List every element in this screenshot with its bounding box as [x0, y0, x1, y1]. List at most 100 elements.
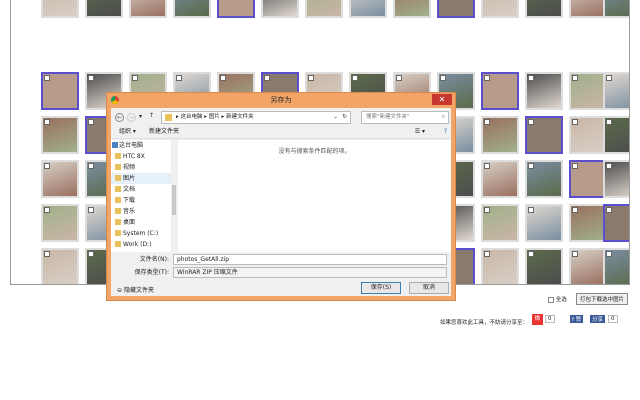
save-button[interactable]: 保存(S)	[361, 282, 401, 294]
photo-thumbnail[interactable]	[481, 116, 519, 154]
photo-checkbox[interactable]	[308, 75, 314, 81]
nav-scrollbar[interactable]	[171, 140, 177, 252]
photo-checkbox[interactable]	[88, 119, 94, 125]
photo-thumbnail[interactable]	[525, 160, 563, 198]
photo-checkbox[interactable]	[88, 251, 94, 257]
photo-thumbnail[interactable]	[41, 72, 79, 110]
photo-thumbnail[interactable]	[261, 0, 299, 18]
view-options-icon[interactable]: ☰ ▾	[415, 125, 425, 139]
photo-thumbnail[interactable]	[481, 160, 519, 198]
photo-checkbox[interactable]	[528, 207, 534, 213]
photo-thumbnail[interactable]	[437, 0, 475, 18]
facebook-like-button[interactable]: f 赞	[570, 315, 584, 323]
photo-thumbnail[interactable]	[569, 248, 607, 284]
photo-checkbox[interactable]	[606, 75, 612, 81]
photo-checkbox[interactable]	[484, 251, 490, 257]
new-folder-button[interactable]: 新建文件夹	[149, 125, 179, 139]
photo-thumbnail[interactable]	[41, 116, 79, 154]
photo-checkbox[interactable]	[572, 163, 578, 169]
search-input[interactable]: 搜索"新建文件夹" ⌕	[361, 111, 449, 124]
photo-thumbnail[interactable]	[85, 0, 123, 18]
nav-item[interactable]: 这台电脑	[111, 140, 177, 151]
filetype-select[interactable]: WinRAR ZIP 压缩文件	[173, 267, 447, 278]
refresh-icon[interactable]: ↻	[342, 112, 347, 123]
photo-checkbox[interactable]	[88, 207, 94, 213]
photo-checkbox[interactable]	[572, 119, 578, 125]
photo-thumbnail[interactable]	[129, 0, 167, 18]
weibo-share-icon[interactable]: 微	[532, 314, 543, 325]
photo-thumbnail[interactable]	[603, 248, 629, 284]
close-button[interactable]: ✕	[432, 94, 452, 105]
hide-folders-toggle[interactable]: ⊖ 隐藏文件夹	[117, 286, 154, 296]
nav-item[interactable]: 桌面	[111, 217, 177, 228]
photo-thumbnail[interactable]	[481, 204, 519, 242]
photo-checkbox[interactable]	[528, 163, 534, 169]
cancel-button[interactable]: 取消	[409, 282, 449, 294]
breadcrumb-1[interactable]: 图片	[209, 114, 220, 120]
photo-thumbnail[interactable]	[173, 0, 211, 18]
scrollbar-thumb[interactable]	[172, 185, 176, 215]
organize-button[interactable]: 组织 ▾	[119, 125, 136, 139]
photo-thumbnail[interactable]	[41, 0, 79, 18]
photo-checkbox[interactable]	[176, 75, 182, 81]
photo-thumbnail[interactable]	[603, 0, 629, 18]
breadcrumb-2[interactable]: 新建文件夹	[226, 114, 254, 120]
up-icon[interactable]: ↑	[149, 112, 154, 119]
photo-checkbox[interactable]	[606, 207, 612, 213]
photo-thumbnail[interactable]	[481, 0, 519, 18]
photo-thumbnail[interactable]	[603, 72, 629, 110]
photo-thumbnail[interactable]	[569, 72, 607, 110]
photo-thumbnail[interactable]	[569, 116, 607, 154]
photo-thumbnail[interactable]	[41, 160, 79, 198]
path-input[interactable]: ▸ 这台电脑 ▸ 图片 ▸ 新建文件夹 ⌄ ↻	[161, 111, 351, 124]
photo-checkbox[interactable]	[132, 75, 138, 81]
photo-checkbox[interactable]	[264, 75, 270, 81]
photo-thumbnail[interactable]	[569, 160, 607, 198]
nav-item[interactable]: System (C:)	[111, 228, 177, 239]
photo-checkbox[interactable]	[484, 207, 490, 213]
photo-checkbox[interactable]	[44, 163, 50, 169]
download-selected-button[interactable]: 打包下载选中图片	[576, 293, 629, 305]
photo-checkbox[interactable]	[528, 75, 534, 81]
photo-checkbox[interactable]	[44, 251, 50, 257]
photo-checkbox[interactable]	[44, 207, 50, 213]
photo-thumbnail[interactable]	[349, 0, 387, 18]
photo-thumbnail[interactable]	[603, 116, 629, 154]
photo-checkbox[interactable]	[572, 251, 578, 257]
photo-thumbnail[interactable]	[525, 0, 563, 18]
photo-thumbnail[interactable]	[481, 72, 519, 110]
nav-item[interactable]: 音乐	[111, 206, 177, 217]
photo-thumbnail[interactable]	[603, 160, 629, 198]
forward-icon[interactable]: →	[127, 113, 136, 122]
nav-item[interactable]: 下载	[111, 195, 177, 206]
photo-thumbnail[interactable]	[569, 204, 607, 242]
photo-checkbox[interactable]	[440, 75, 446, 81]
chevron-down-icon[interactable]: ⌄	[333, 112, 338, 123]
nav-item[interactable]: Work (D:)	[111, 239, 177, 250]
photo-checkbox[interactable]	[88, 75, 94, 81]
filename-input[interactable]: photos_GetAll.zip	[173, 254, 447, 265]
photo-checkbox[interactable]	[528, 251, 534, 257]
photo-thumbnail[interactable]	[569, 0, 607, 18]
photo-checkbox[interactable]	[44, 75, 50, 81]
breadcrumb-0[interactable]: 这台电脑	[181, 114, 203, 120]
nav-item[interactable]: HTC 8X	[111, 151, 177, 162]
photo-checkbox[interactable]	[606, 119, 612, 125]
photo-checkbox[interactable]	[606, 163, 612, 169]
photo-thumbnail[interactable]	[525, 72, 563, 110]
photo-checkbox[interactable]	[606, 251, 612, 257]
photo-checkbox[interactable]	[528, 119, 534, 125]
photo-thumbnail[interactable]	[481, 248, 519, 284]
photo-thumbnail[interactable]	[305, 0, 343, 18]
photo-thumbnail[interactable]	[41, 248, 79, 284]
photo-checkbox[interactable]	[220, 75, 226, 81]
back-icon[interactable]: ←	[115, 113, 124, 122]
photo-thumbnail[interactable]	[525, 248, 563, 284]
select-all-checkbox[interactable]: 全选	[548, 295, 567, 303]
photo-thumbnail[interactable]	[217, 0, 255, 18]
photo-thumbnail[interactable]	[603, 204, 629, 242]
photo-checkbox[interactable]	[484, 163, 490, 169]
facebook-share-button[interactable]: 分享	[590, 315, 606, 323]
photo-checkbox[interactable]	[396, 75, 402, 81]
photo-checkbox[interactable]	[352, 75, 358, 81]
